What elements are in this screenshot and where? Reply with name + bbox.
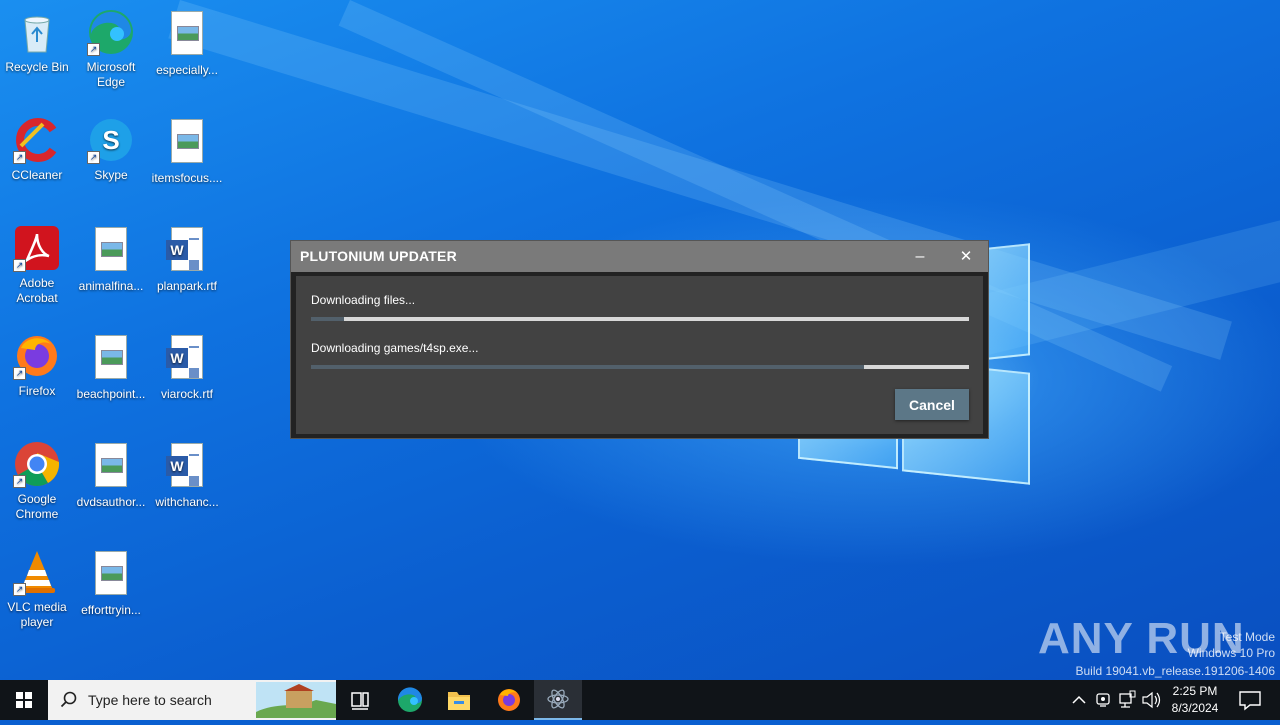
desktop-icon-google-chrome[interactable]: ↗ Google Chrome [0,440,75,522]
desktop-icon-planpark[interactable]: W planpark.rtf [149,224,225,294]
window-title: PLUTONIUM UPDATER [300,248,457,264]
word-doc-icon: W [163,335,211,383]
progress-fill-file [311,365,864,369]
windows-edition-text: Windows 10 Pro [1187,646,1275,660]
desktop-icon-label: especially... [156,63,218,77]
desktop-icon-skype[interactable]: S ↗ Skype [73,116,149,183]
status-text-file: Downloading games/t4sp.exe... [311,341,479,355]
firefox-icon [498,689,520,711]
taskbar-firefox[interactable] [485,680,533,720]
desktop-icon-firefox[interactable]: ↗ Firefox [0,332,75,399]
word-doc-icon: W [163,443,211,491]
image-file-icon [163,119,211,167]
image-file-icon [87,335,135,383]
word-doc-icon: W [163,227,211,275]
desktop-icon-especially[interactable]: especially... [149,8,225,78]
start-button[interactable] [0,680,48,720]
desktop-icon-label: VLC media player [7,600,67,629]
skype-icon: S ↗ [87,116,135,164]
image-file-icon [163,11,211,59]
desktop-icon-label: Microsoft Edge [86,60,136,89]
notification-icon [1239,691,1261,711]
network-button[interactable] [1116,680,1138,720]
taskbar-edge[interactable] [386,680,434,720]
desktop-icon-label: viarock.rtf [160,387,213,401]
desktop-icon-label: dvdsauthor... [76,495,146,509]
desktop-icon-label: Firefox [18,384,56,398]
desktop: Recycle Bin ↗ CCleaner ↗ Adobe Acrobat ↗… [0,0,1280,680]
desktop-icon-label: Google Chrome [15,492,59,521]
desktop-icon-label: CCleaner [11,168,63,182]
show-hidden-icons-button[interactable] [1068,680,1090,720]
clock-date: 8/3/2024 [1171,701,1219,715]
desktop-icon-label: beachpoint... [76,387,146,401]
cancel-button[interactable]: Cancel [895,389,969,420]
taskbar-plutonium[interactable] [534,680,582,720]
edge-icon [397,687,422,712]
desktop-icon-itemsfocus[interactable]: itemsfocus.... [149,116,225,186]
windows-start-icon [16,692,32,708]
recycle-bin-icon [13,8,61,56]
desktop-icon-animalfina[interactable]: animalfina... [73,224,149,294]
action-center-button[interactable] [1232,680,1280,720]
test-mode-text: Test Mode [1219,630,1275,644]
search-highlight-illustration-icon [256,682,336,718]
taskbar-search-box[interactable]: Type here to search [48,680,336,720]
desktop-icon-label: itemsfocus.... [151,171,223,185]
tray-device-icon [1096,693,1110,707]
build-text: Build 19041.vb_release.191206-1406 [1075,664,1276,678]
desktop-icon-adobe-acrobat[interactable]: ↗ Adobe Acrobat [0,224,75,306]
vlc-icon: ↗ [13,548,61,596]
ccleaner-icon: ↗ [13,116,61,164]
desktop-icon-beachpoint[interactable]: beachpoint... [73,332,149,402]
file-explorer-icon [448,692,470,710]
desktop-icon-microsoft-edge[interactable]: ↗ Microsoft Edge [73,8,149,90]
progress-fill-overall [311,317,344,321]
firefox-icon: ↗ [13,332,61,380]
clock-time: 2:25 PM [1172,684,1218,698]
chrome-icon: ↗ [13,440,61,488]
task-view-button[interactable] [336,680,384,720]
desktop-icon-viarock[interactable]: W viarock.rtf [149,332,225,402]
chevron-up-icon [1072,695,1086,704]
desktop-icon-label: planpark.rtf [156,279,218,293]
taskbar-clock[interactable]: 2:25 PM 8/3/2024 [1160,683,1230,717]
desktop-icon-label: Adobe Acrobat [16,276,58,305]
tray-app-button[interactable] [1092,680,1114,720]
image-file-icon [87,227,135,275]
desktop-icon-ccleaner[interactable]: ↗ CCleaner [0,116,75,183]
desktop-icon-dvdsauthor[interactable]: dvdsauthor... [73,440,149,510]
window-titlebar[interactable]: PLUTONIUM UPDATER – ✕ [291,241,988,272]
close-button[interactable]: ✕ [943,241,989,272]
image-file-icon [87,551,135,599]
taskbar: Type here to search 2:25 PM 8/3/2024 [0,680,1280,720]
svg-text:S: S [102,125,119,155]
acrobat-icon: ↗ [13,224,61,272]
desktop-icon-vlc[interactable]: ↗ VLC media player [0,548,75,630]
status-text-overall: Downloading files... [311,293,416,307]
desktop-icon-efforttryin[interactable]: efforttryin... [73,548,149,618]
taskbar-file-explorer[interactable] [435,680,483,720]
progress-bar-overall [311,317,969,321]
image-file-icon [87,443,135,491]
desktop-icon-label: Skype [94,168,128,182]
network-icon [1119,690,1136,708]
desktop-icon-withchanc[interactable]: W withchanc... [149,440,225,510]
plutonium-icon [547,689,569,709]
volume-button[interactable] [1140,680,1162,720]
desktop-icon-label: efforttryin... [81,603,141,617]
desktop-icon-label: withchanc... [155,495,219,509]
updater-panel: Downloading files... Downloading games/t… [296,276,983,434]
progress-bar-file [311,365,969,369]
task-view-icon [351,692,369,710]
minimize-button[interactable]: – [897,241,943,272]
speaker-icon [1142,691,1161,709]
desktop-icon-recycle-bin[interactable]: Recycle Bin [0,8,75,75]
search-placeholder: Type here to search [88,692,212,708]
edge-icon: ↗ [87,8,135,56]
plutonium-updater-window: PLUTONIUM UPDATER – ✕ Downloading files.… [290,240,989,439]
desktop-icon-label: Recycle Bin [5,60,69,74]
search-icon [60,691,77,708]
desktop-icon-label: animalfina... [78,279,144,293]
